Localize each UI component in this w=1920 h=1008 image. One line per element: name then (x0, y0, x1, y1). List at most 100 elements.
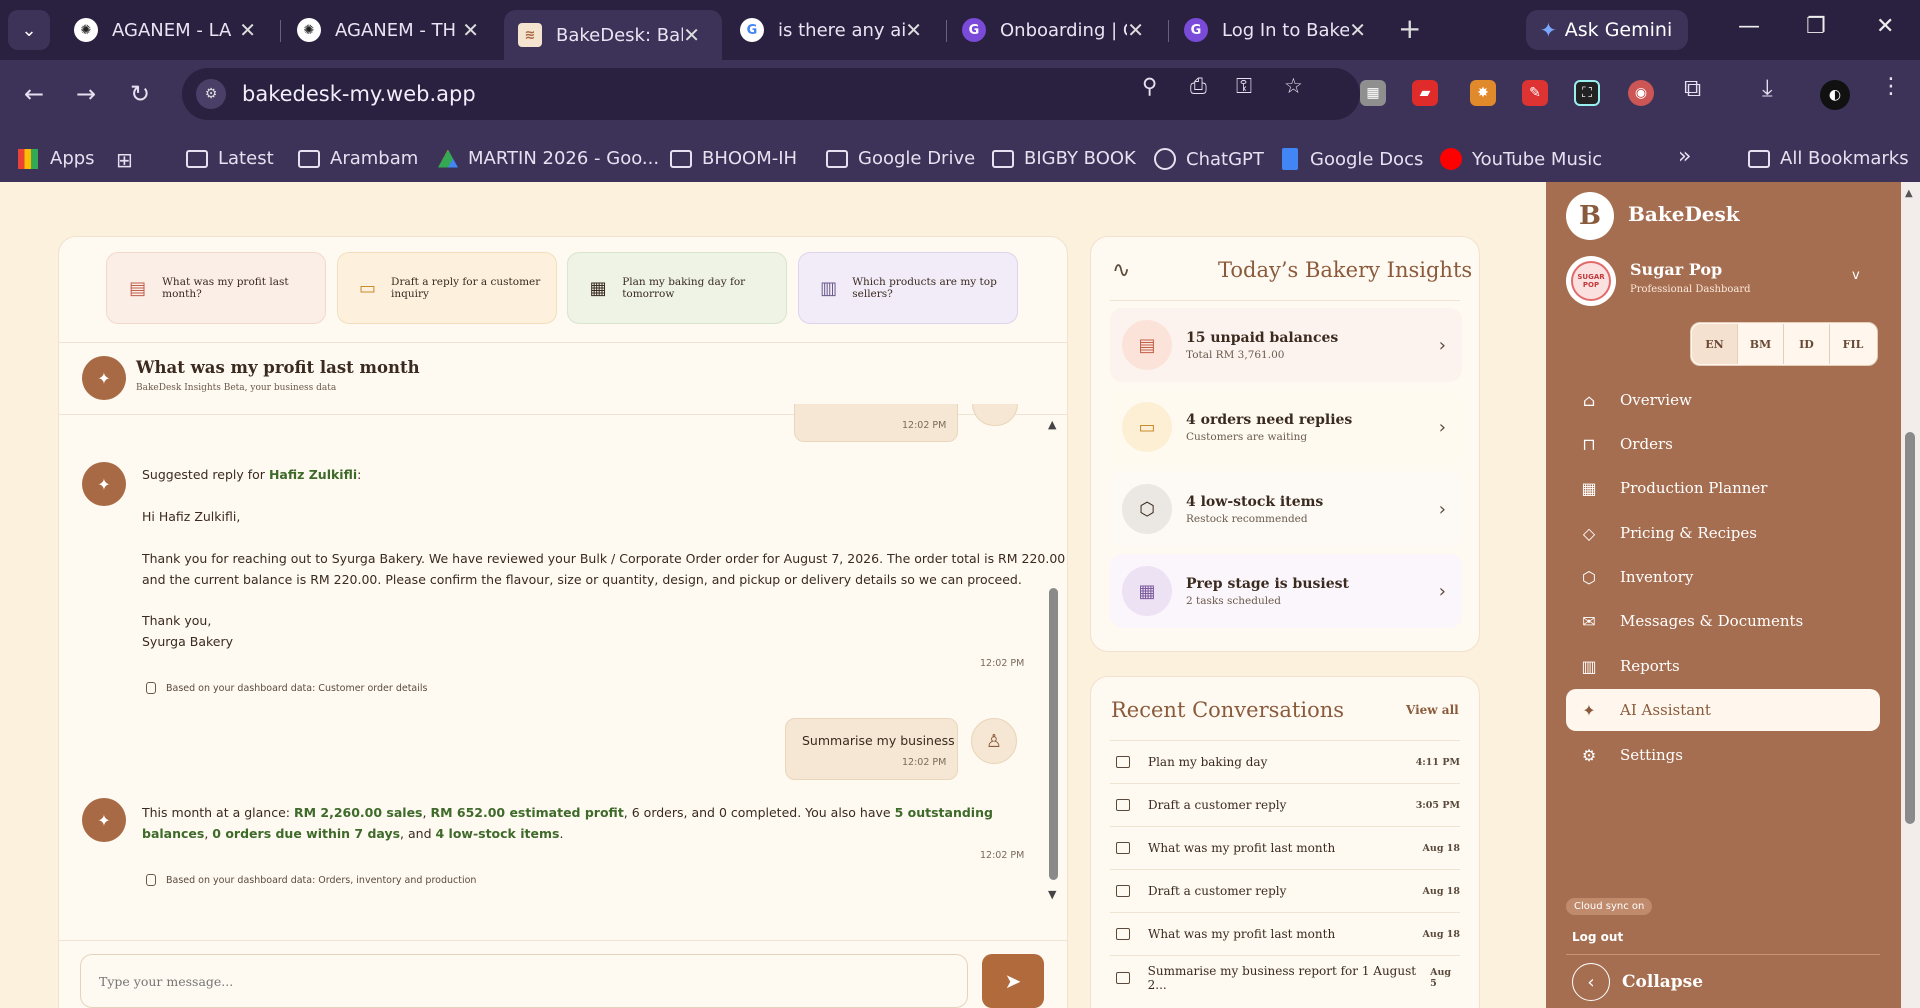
close-icon[interactable]: ✕ (462, 18, 479, 42)
nav-settings[interactable]: ⚙ Settings (1566, 734, 1880, 776)
restore-button[interactable]: ❐ (1806, 14, 1826, 39)
data-source-text: Based on your dashboard data: Customer o… (166, 682, 428, 694)
language-en[interactable]: EN (1692, 324, 1738, 364)
user-message-text: Summarise my business (802, 733, 955, 748)
bookmark-star-icon[interactable]: ☆ (1284, 74, 1303, 98)
nav-pricing-recipes[interactable]: ◇ Pricing & Recipes (1566, 512, 1880, 554)
suggestion-chip-plan-day[interactable]: ▦ Plan my baking day for tomorrow (567, 252, 787, 324)
reload-icon[interactable]: ↻ (130, 80, 150, 108)
nav-orders[interactable]: ⊓ Orders (1566, 423, 1880, 465)
extension-2-icon[interactable]: ▰ (1412, 80, 1438, 106)
site-info-icon[interactable]: ⚙ (196, 79, 226, 109)
page-scrollbar-thumb[interactable] (1905, 432, 1915, 824)
conversation-item[interactable]: Draft a customer reply 3:05 PM (1110, 784, 1460, 827)
bookmark-label: YouTube Music (1472, 148, 1603, 170)
extensions-puzzle-icon[interactable]: ⧉ (1684, 74, 1701, 102)
scroll-up-arrow[interactable]: ▲ (1905, 188, 1913, 199)
bookmark-youtube-music[interactable]: YouTube Music (1440, 148, 1602, 170)
chatgpt-icon: ✺ (74, 18, 98, 42)
nav-ai-assistant[interactable]: ✦ AI Assistant (1566, 689, 1880, 731)
language-id[interactable]: ID (1784, 324, 1830, 364)
close-icon[interactable]: ✕ (905, 18, 922, 42)
bookmark-martin-2026[interactable]: MARTIN 2026 - Goo... (438, 148, 659, 169)
close-icon[interactable]: ✕ (1127, 18, 1144, 42)
tab-aganem-th[interactable]: ✺ AGANEM - TH ✕ (283, 8, 501, 52)
tab-aganem-la[interactable]: ✺ AGANEM - LA ✕ (60, 8, 278, 52)
nav-overview[interactable]: ⌂ Overview (1566, 379, 1880, 421)
close-window-button[interactable]: ✕ (1876, 14, 1894, 39)
minimize-button[interactable]: — (1738, 14, 1760, 39)
calendar-icon: ▦ (1122, 566, 1172, 616)
close-icon[interactable]: ✕ (239, 18, 256, 42)
bookmark-bigby-book[interactable]: BIGBY BOOK (992, 148, 1136, 169)
suggestion-chip-draft-reply[interactable]: ▭ Draft a reply for a customer inquiry (337, 252, 557, 324)
tab-bakedesk[interactable]: ≋ BakeDesk: Bak ✕ (504, 10, 722, 60)
message-input[interactable] (80, 954, 968, 1008)
ask-gemini-button[interactable]: ✦ Ask Gemini (1526, 10, 1688, 50)
recent-conversations-title: Recent Conversations (1111, 698, 1345, 722)
extension-1-icon[interactable]: ▦ (1360, 80, 1386, 106)
more-bookmarks-button[interactable]: » (1678, 144, 1691, 169)
zoom-icon[interactable]: ⚲ (1142, 74, 1157, 98)
nav-messages-documents[interactable]: ✉ Messages & Documents (1566, 600, 1880, 642)
insight-low-stock[interactable]: ⬡ 4 low-stock items Restock recommended › (1110, 472, 1462, 546)
all-bookmarks-button[interactable]: All Bookmarks (1748, 148, 1909, 169)
new-tab-button[interactable]: + (1398, 12, 1421, 45)
tab-onboarding[interactable]: G Onboarding | C ✕ (948, 8, 1166, 52)
logout-link[interactable]: Log out (1572, 930, 1623, 944)
bookmark-google-docs[interactable]: Google Docs (1282, 148, 1423, 170)
view-all-link[interactable]: View all (1406, 703, 1459, 717)
bookmark-bhoom-ih[interactable]: BHOOM-IH (670, 148, 797, 169)
back-arrow-icon[interactable]: ← (24, 80, 44, 108)
tab-search-button[interactable]: ⌄ (8, 10, 50, 50)
password-key-icon[interactable]: ⚿ (1236, 74, 1252, 99)
bookmark-arambam[interactable]: Arambam (298, 148, 418, 169)
insight-unpaid-balances[interactable]: ▤ 15 unpaid balances Total RM 3,761.00 › (1110, 308, 1462, 382)
conversation-item[interactable]: Plan my baking day 4:11 PM (1110, 741, 1460, 784)
chat-scrollbar-thumb[interactable] (1049, 588, 1058, 880)
close-icon[interactable]: ✕ (1349, 18, 1366, 42)
screen-capture-icon[interactable]: ⛶ (1574, 80, 1600, 106)
send-button[interactable]: ➤ (982, 954, 1044, 1008)
close-icon[interactable]: ✕ (683, 23, 700, 47)
nav-label: Orders (1620, 435, 1673, 453)
install-app-icon[interactable]: ⎙ (1190, 74, 1207, 99)
download-icon[interactable]: ⤓ (1762, 74, 1773, 102)
insight-prep-stage[interactable]: ▦ Prep stage is busiest 2 tasks scheduled… (1110, 554, 1462, 628)
tab-login-bakedesk[interactable]: G Log In to Bake ✕ (1170, 8, 1388, 52)
extension-5-icon[interactable]: ◉ (1628, 80, 1654, 106)
bookmark-apps[interactable]: Apps (18, 148, 95, 169)
conversation-item[interactable]: Draft a customer reply Aug 18 (1110, 870, 1460, 913)
suggestion-chip-profit[interactable]: ▤ What was my profit last month? (106, 252, 326, 324)
menu-kebab-icon[interactable]: ⋮ (1880, 74, 1902, 99)
extension-4-icon[interactable]: ✎ (1522, 80, 1548, 106)
scroll-up-arrow[interactable]: ▲ (1048, 418, 1056, 431)
nav-label: Reports (1620, 657, 1680, 675)
bookmark-latest[interactable]: Latest (186, 148, 274, 169)
shop-logo: SUGAR POP (1566, 256, 1616, 306)
conversation-item[interactable]: Summarise my business report for 1 Augus… (1110, 956, 1460, 999)
extension-3-icon[interactable]: ✸ (1470, 80, 1496, 106)
scroll-down-arrow[interactable]: ▼ (1048, 888, 1056, 901)
nav-label: Inventory (1620, 568, 1694, 586)
insight-orders-replies[interactable]: ▭ 4 orders need replies Customers are wai… (1110, 390, 1462, 464)
shop-switcher[interactable]: SUGAR POP Sugar Pop Professional Dashboa… (1566, 254, 1880, 310)
nav-inventory[interactable]: ⬡ Inventory (1566, 556, 1880, 598)
bookmark-chatgpt[interactable]: ChatGPT (1154, 148, 1264, 170)
tab-groups-button[interactable]: ⊞ (116, 148, 133, 172)
nav-production-planner[interactable]: ▦ Production Planner (1566, 467, 1880, 509)
suggestion-chip-top-sellers[interactable]: ▥ Which products are my top sellers? (798, 252, 1018, 324)
tab-google-search[interactable]: G is there any ai ✕ (726, 8, 944, 52)
nav-reports[interactable]: ▥ Reports (1566, 645, 1880, 687)
forward-arrow-icon[interactable]: → (76, 80, 96, 108)
language-fil[interactable]: FIL (1830, 324, 1876, 364)
language-bm[interactable]: BM (1738, 324, 1784, 364)
conversation-item[interactable]: What was my profit last month Aug 18 (1110, 913, 1460, 956)
bookmark-google-drive[interactable]: Google Drive (826, 148, 975, 169)
profile-avatar[interactable]: ◐ (1820, 80, 1850, 110)
collapse-button[interactable]: ‹ Collapse (1572, 962, 1703, 1002)
reply-intro-colon: : (357, 467, 362, 482)
address-bar[interactable]: ⚙ bakedesk-my.web.app (182, 68, 1360, 120)
page-scrollbar[interactable]: ▲ (1901, 182, 1920, 1008)
conversation-item[interactable]: What was my profit last month Aug 18 (1110, 827, 1460, 870)
